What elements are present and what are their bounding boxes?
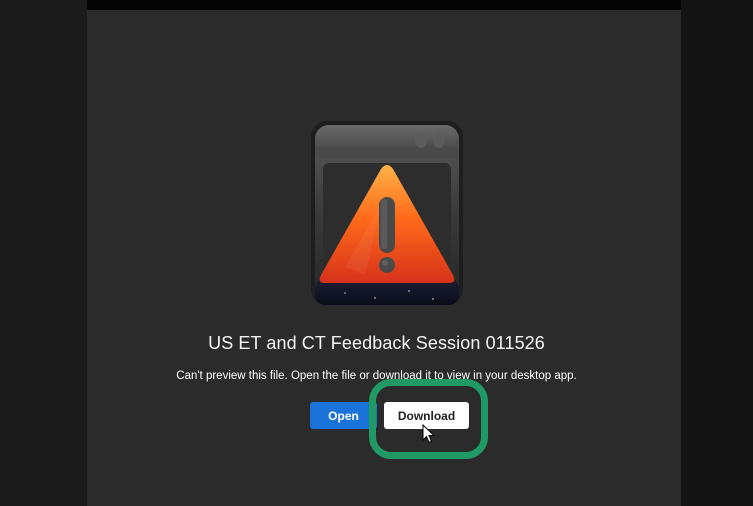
file-title: US ET and CT Feedback Session 011526 xyxy=(208,333,545,353)
backdrop-left xyxy=(0,0,87,506)
download-highlight-ring xyxy=(369,379,488,459)
top-strip xyxy=(0,0,753,10)
backdrop-right xyxy=(681,0,753,506)
warning-window-icon xyxy=(305,117,469,309)
mouse-pointer-icon xyxy=(422,423,436,444)
open-button[interactable]: Open xyxy=(310,402,377,429)
preview-message: Can't preview this file. Open the file o… xyxy=(176,370,577,382)
